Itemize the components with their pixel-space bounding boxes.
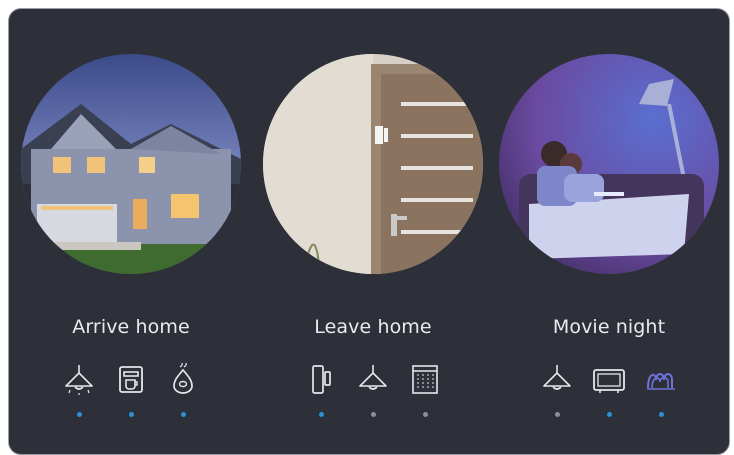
status-dot — [128, 412, 134, 417]
scene-title: Movie night — [552, 316, 666, 338]
coffee-machine-icon — [119, 366, 143, 393]
scene-title: Arrive home — [72, 316, 190, 338]
window-blinds-icon — [412, 365, 438, 394]
ceiling-lamp-icon — [359, 365, 387, 390]
device-ceiling-lamp[interactable] — [356, 362, 390, 417]
device-window-blinds[interactable] — [408, 362, 442, 417]
tv-icon — [593, 369, 625, 393]
door-sensor-photo[interactable] — [263, 54, 483, 274]
scenes-card: Arrive home Leave home Movie night — [8, 8, 730, 455]
ceiling-lamp-icon — [543, 365, 571, 390]
status-dot — [370, 412, 376, 417]
status-dot — [422, 412, 428, 417]
couple-on-sofa-photo[interactable] — [499, 54, 719, 274]
scene-devices — [304, 362, 442, 417]
device-coffee-machine[interactable] — [114, 362, 148, 417]
house-at-dusk-photo[interactable] — [21, 54, 241, 274]
scene-arrive-home[interactable]: Arrive home — [21, 54, 241, 454]
ceiling-lamp-icon — [65, 365, 93, 395]
scene-title: Leave home — [314, 316, 432, 338]
device-light-strip[interactable] — [644, 362, 678, 417]
status-dot — [554, 412, 560, 417]
device-ceiling-lamp[interactable] — [540, 362, 574, 417]
door-sensor-icon — [312, 365, 331, 394]
status-dot — [180, 412, 186, 417]
status-dot — [658, 412, 664, 417]
device-ceiling-lamp[interactable] — [62, 362, 96, 417]
scene-movie-night[interactable]: Movie night — [499, 54, 719, 454]
air-diffuser-icon — [173, 362, 193, 394]
device-tv[interactable] — [592, 362, 626, 417]
device-door-sensor[interactable] — [304, 362, 338, 417]
scene-devices — [62, 362, 200, 417]
status-dot — [318, 412, 324, 417]
status-dot — [76, 412, 82, 417]
scene-devices — [540, 362, 678, 417]
status-dot — [606, 412, 612, 417]
scene-leave-home[interactable]: Leave home — [263, 54, 483, 454]
device-air-diffuser[interactable] — [166, 362, 200, 417]
light-strip-icon — [647, 373, 675, 390]
